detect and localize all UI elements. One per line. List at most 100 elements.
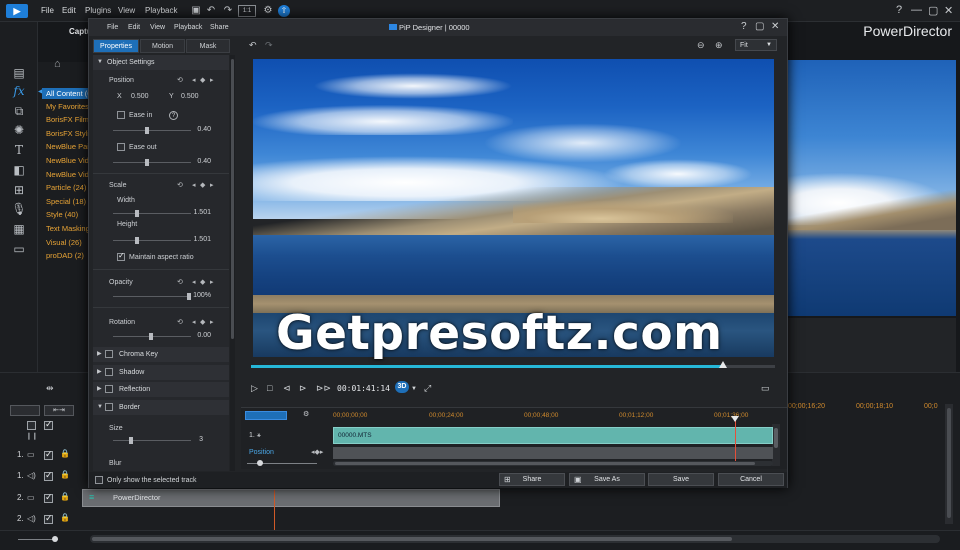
track-enable-checkbox[interactable] <box>44 492 53 503</box>
zoom-in-icon[interactable]: ⊕ <box>715 40 723 51</box>
dialog-menu-view[interactable]: View <box>150 24 165 31</box>
prev-keyframe-icon[interactable]: ◂ <box>192 318 196 326</box>
category-item[interactable]: NewBlue Vide <box>46 170 93 179</box>
timeline-vscroll[interactable] <box>945 404 953 524</box>
minimize-icon[interactable]: — <box>911 4 922 16</box>
next-keyframe-icon[interactable]: ▸ <box>210 318 214 326</box>
menu-view[interactable]: View <box>118 6 135 15</box>
width-slider[interactable] <box>113 210 191 217</box>
transition-room-icon[interactable]: ◧ <box>11 163 27 177</box>
category-item[interactable]: NewBlue Vide <box>46 156 93 165</box>
settings-icon[interactable]: ⚙ <box>262 5 274 17</box>
voiceover-icon[interactable]: 🎙 <box>11 202 27 216</box>
menu-edit[interactable]: Edit <box>62 6 76 15</box>
maximize-icon[interactable]: ▢ <box>928 4 938 17</box>
title-room-icon[interactable]: T <box>11 143 27 157</box>
ease-in-value[interactable]: 0.40 <box>187 126 211 133</box>
audio-mix-icon[interactable]: ⊞ <box>11 183 27 197</box>
stop-icon[interactable]: □ <box>267 383 272 393</box>
lock-icon[interactable]: 🔒 <box>60 470 70 479</box>
track-enable-checkbox[interactable] <box>44 419 53 430</box>
timeline-zoom-knob[interactable] <box>257 460 263 466</box>
filter-icon[interactable]: ⌂ <box>54 58 61 70</box>
menu-plugins[interactable]: Plugins <box>85 6 111 15</box>
zoom-fit-dropdown[interactable]: Fit ▼ <box>735 39 777 51</box>
height-slider[interactable] <box>113 237 191 244</box>
track-enable-checkbox[interactable] <box>44 470 53 481</box>
dialog-menu-playback[interactable]: Playback <box>174 24 202 31</box>
track-manager-button[interactable] <box>10 405 40 416</box>
designer-playhead[interactable] <box>735 416 736 462</box>
category-item[interactable]: proDAD (2) <box>46 251 84 260</box>
category-item[interactable]: Special (18) <box>46 197 86 206</box>
add-keyframe-icon[interactable]: ◆ <box>200 318 205 326</box>
prev-frame-icon[interactable]: ⊲ <box>283 383 291 394</box>
category-item[interactable]: Text Masking <box>46 224 90 233</box>
track-enable-checkbox[interactable] <box>44 513 53 524</box>
reset-icon[interactable]: ⟲ <box>177 278 183 286</box>
dialog-menu-share[interactable]: Share <box>210 24 229 31</box>
prev-keyframe-icon[interactable]: ◂ <box>192 76 196 84</box>
main-playhead[interactable] <box>274 490 275 530</box>
close-icon[interactable]: ✕ <box>944 4 953 17</box>
track-enable-checkbox[interactable] <box>44 449 53 460</box>
media-room-icon[interactable]: ▤ <box>11 66 27 80</box>
aspect-ratio-button[interactable]: 1:1 <box>238 5 256 17</box>
menu-playback[interactable]: Playback <box>145 6 177 15</box>
save-button[interactable]: Save <box>648 473 714 486</box>
seek-handle[interactable] <box>719 361 727 368</box>
help-icon[interactable]: ? <box>169 111 178 120</box>
dialog-help-icon[interactable]: ? <box>741 21 747 32</box>
chroma-key-header[interactable]: ▶ Chroma Key <box>93 347 229 362</box>
timeline-hscroll[interactable] <box>333 461 773 466</box>
opacity-slider[interactable] <box>113 293 191 300</box>
subtitle-room-icon[interactable]: ▭ <box>11 242 27 256</box>
next-frame-icon[interactable]: ⊳ <box>299 383 307 394</box>
timeline-clip[interactable]: 00000.MTS <box>333 427 773 444</box>
timeline-hscroll[interactable] <box>90 535 940 543</box>
category-item[interactable]: All Content (6) <box>42 88 94 99</box>
reflection-header[interactable]: ▶ Reflection <box>93 382 229 397</box>
zoom-out-icon[interactable]: ⊖ <box>697 40 705 51</box>
shadow-checkbox[interactable] <box>105 368 113 376</box>
keyframe-nav-icon[interactable]: ◂◆▸ <box>311 448 323 456</box>
chapter-room-icon[interactable]: ▦ <box>11 222 27 236</box>
track-enable-checkbox[interactable] <box>27 421 36 430</box>
fast-forward-icon[interactable]: ⊳⊳ <box>316 383 331 394</box>
3d-mode-button[interactable]: 3D <box>395 381 409 393</box>
particle-room-icon[interactable]: ✺ <box>11 123 27 137</box>
lock-icon[interactable]: 🔒 <box>60 513 70 522</box>
tab-motion[interactable]: Motion <box>140 39 185 53</box>
dialog-menu-file[interactable]: File <box>107 24 118 31</box>
prev-keyframe-icon[interactable]: ◂ <box>192 181 196 189</box>
dialog-menu-edit[interactable]: Edit <box>128 24 140 31</box>
shadow-header[interactable]: ▶ Shadow <box>93 365 229 380</box>
opacity-value[interactable]: 100% <box>187 292 211 299</box>
border-header[interactable]: ▼ Border <box>93 400 229 415</box>
chroma-key-checkbox[interactable] <box>105 350 113 358</box>
next-keyframe-icon[interactable]: ▸ <box>210 181 214 189</box>
reset-icon[interactable]: ⟲ <box>177 318 183 326</box>
next-keyframe-icon[interactable]: ▸ <box>210 76 214 84</box>
add-keyframe-icon[interactable]: ◆ <box>200 278 205 286</box>
add-keyframe-icon[interactable]: ◆ <box>200 181 205 189</box>
preview-window-icon[interactable]: ▭ <box>761 383 770 394</box>
help-icon[interactable]: ? <box>896 4 902 16</box>
redo-icon[interactable]: ↷ <box>265 40 273 51</box>
border-checkbox[interactable] <box>105 403 113 411</box>
width-value[interactable]: 1.501 <box>187 209 211 216</box>
ease-out-checkbox[interactable] <box>117 143 125 151</box>
ease-in-slider[interactable] <box>113 127 191 134</box>
category-item[interactable]: BorisFX Styliz <box>46 129 93 138</box>
zoom-slider-knob[interactable] <box>52 536 58 542</box>
lock-icon[interactable]: 🔒 <box>60 492 70 501</box>
category-item[interactable]: My Favorites <box>46 102 89 111</box>
dialog-close-icon[interactable]: ✕ <box>771 21 779 32</box>
undo-icon[interactable]: ↶ <box>205 5 217 17</box>
category-item[interactable]: Style (40) <box>46 210 78 219</box>
border-size-value[interactable]: 3 <box>179 436 203 443</box>
undo-icon[interactable]: ↶ <box>249 40 257 51</box>
only-selected-checkbox[interactable] <box>95 476 103 484</box>
pip-room-icon[interactable]: ⧉ <box>11 104 27 118</box>
category-item[interactable]: Particle (24) <box>46 183 86 192</box>
